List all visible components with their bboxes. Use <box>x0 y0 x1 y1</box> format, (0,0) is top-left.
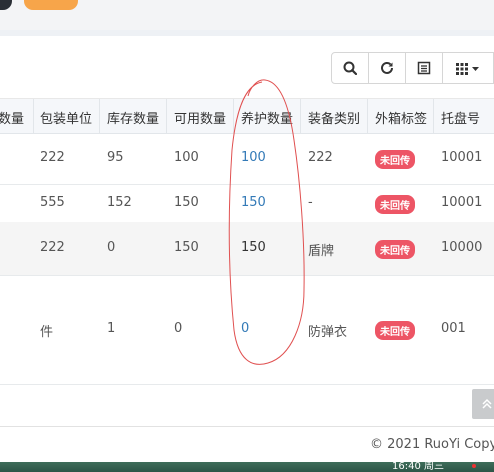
column-header-outer-label[interactable]: 外箱标签 <box>375 108 427 127</box>
cell-available-qty: 150 <box>174 240 199 255</box>
taskbar-clock: 16:40 周三 <box>392 461 444 472</box>
status-badge: 未回传 <box>375 195 415 214</box>
refresh-button[interactable] <box>368 52 406 84</box>
cell-pallet-no: 001 <box>441 321 466 336</box>
cell-available-qty: 100 <box>174 150 199 165</box>
os-taskbar: 16:40 周三 <box>0 462 494 472</box>
cell-pallet-no: 10001 <box>441 150 483 165</box>
cell-pallet-no: 10000 <box>441 240 483 255</box>
page-footer: © 2021 RuoYi Copyri <box>0 426 494 463</box>
cell-stock-qty: 95 <box>107 150 124 165</box>
cell-maintenance-qty[interactable]: 100 <box>241 150 266 165</box>
cell-pack-unit: 222 <box>40 240 65 255</box>
list-icon <box>417 61 431 75</box>
cell-equipment-type: - <box>308 195 313 210</box>
cell-available-qty: 150 <box>174 195 199 210</box>
status-badge: 未回传 <box>375 321 415 340</box>
cell-maintenance-qty[interactable]: 150 <box>241 240 266 255</box>
nav-tab-button[interactable] <box>0 0 12 10</box>
back-to-top-button[interactable] <box>472 389 494 419</box>
toggle-view-button[interactable] <box>405 52 443 84</box>
search-icon <box>343 61 357 75</box>
cell-pack-unit: 555 <box>40 195 65 210</box>
cell-maintenance-qty[interactable]: 150 <box>241 195 266 210</box>
status-badge: 未回传 <box>375 240 415 259</box>
table-toolbar <box>331 52 494 84</box>
cell-equipment-type: 222 <box>308 150 333 165</box>
cell-stock-qty: 1 <box>107 321 116 336</box>
nav-action-button[interactable] <box>24 0 78 10</box>
column-header-quantity[interactable]: 数量 <box>0 108 24 127</box>
status-badge: 未回传 <box>375 150 415 169</box>
copyright-text: © 2021 RuoYi Copyri <box>370 437 494 452</box>
cell-pack-unit: 222 <box>40 150 65 165</box>
notification-dot <box>472 464 476 468</box>
table-header: 数量 包装单位 库存数量 可用数量 养护数量 装备类别 外箱标签 托盘号 <box>0 98 494 134</box>
cell-stock-qty: 0 <box>107 240 116 255</box>
cell-stock-qty: 152 <box>107 195 132 210</box>
table-row-hovered[interactable]: 222 0 150 150 盾牌 未回传 10000 <box>0 222 494 276</box>
double-chevron-up-icon <box>482 398 492 409</box>
cell-equipment-type: 防弹衣 <box>308 325 348 340</box>
table-row[interactable]: 222 95 100 100 222 未回传 10001 <box>0 133 494 185</box>
cell-equipment-type: 盾牌 <box>308 244 335 259</box>
table-row[interactable]: 件 1 0 0 防弹衣 未回传 001 <box>0 275 494 385</box>
grid-icon <box>456 63 479 75</box>
cell-available-qty: 0 <box>174 321 183 336</box>
column-header-maintenance-qty[interactable]: 养护数量 <box>241 108 293 127</box>
table-row[interactable]: 555 152 150 150 - 未回传 10001 <box>0 184 494 223</box>
column-header-pack-unit[interactable]: 包装单位 <box>40 108 92 127</box>
column-header-stock-qty[interactable]: 库存数量 <box>107 108 159 127</box>
column-header-equipment-type[interactable]: 装备类别 <box>308 108 360 127</box>
refresh-icon <box>381 61 393 74</box>
cell-maintenance-qty[interactable]: 0 <box>241 321 249 336</box>
columns-dropdown-button[interactable] <box>442 52 494 84</box>
column-header-available-qty[interactable]: 可用数量 <box>174 108 226 127</box>
cell-pallet-no: 10001 <box>441 195 483 210</box>
column-header-pallet-no[interactable]: 托盘号 <box>441 108 480 127</box>
search-button[interactable] <box>331 52 369 84</box>
cell-pack-unit: 件 <box>40 325 54 340</box>
top-navbar <box>0 0 494 30</box>
content-panel: 数量 包装单位 库存数量 可用数量 养护数量 装备类别 外箱标签 托盘号 222… <box>0 36 494 426</box>
